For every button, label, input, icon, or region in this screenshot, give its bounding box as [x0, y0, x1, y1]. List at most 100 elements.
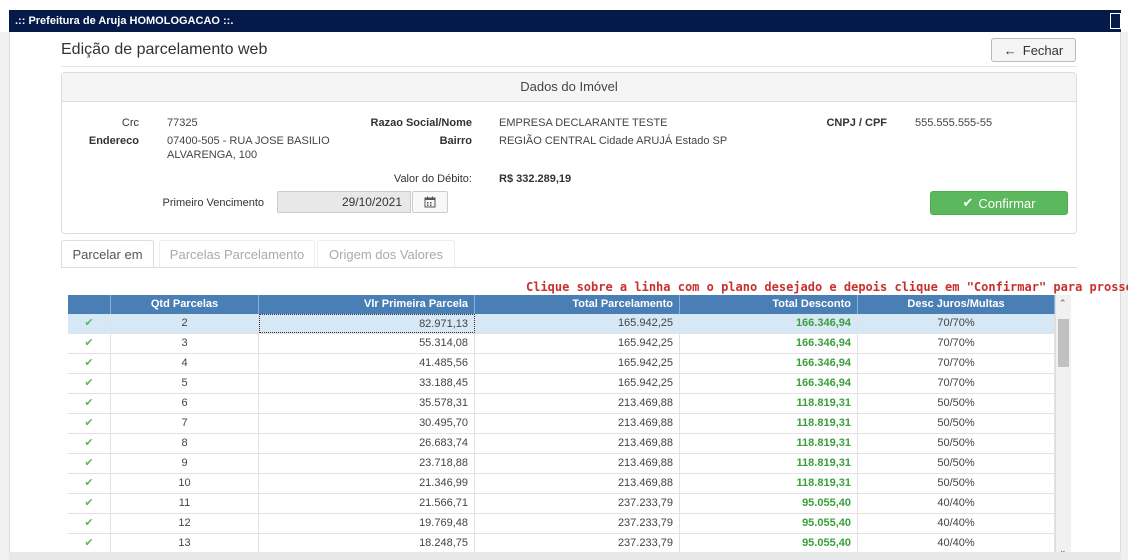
scroll-up-icon[interactable]: ⌃	[1059, 298, 1067, 309]
left-edge	[0, 32, 10, 560]
cnpj-label: CNPJ / CPF	[826, 117, 887, 129]
table-row[interactable]: ✔ 11 21.566,71 237.233,79 95.055,40 40/40%	[68, 494, 1055, 514]
endereco-label: Endereco	[88, 135, 139, 147]
col-header-total-desconto[interactable]: Total Desconto	[680, 295, 858, 314]
cnpj-value: 555.555.555-55	[915, 117, 993, 129]
cell-desc-juros: 40/40%	[858, 534, 1055, 553]
cell-qtd: 13	[111, 534, 259, 553]
cell-vlr-primeira: 21.566,71	[259, 494, 475, 513]
cell-desc-juros: 50/50%	[858, 474, 1055, 493]
table-row[interactable]: ✔ 9 23.718,88 213.469,88 118.819,31 50/50%	[68, 454, 1055, 474]
tab-parcelar-em[interactable]: Parcelar em	[61, 240, 154, 268]
cell-vlr-primeira: 30.495,70	[259, 414, 475, 433]
col-header-total-parcelamento[interactable]: Total Parcelamento	[475, 295, 680, 314]
cell-total-desconto: 166.346,94	[680, 334, 858, 353]
vencimento-label: Primeiro Vencimento	[162, 197, 265, 209]
check-icon: ✔	[68, 474, 111, 493]
cell-total-parcelamento: 165.942,25	[475, 354, 680, 373]
grid-body: ✔ 2 82.971,13 165.942,25 166.346,94 70/70% ✔ 3 5…	[68, 314, 1055, 554]
cell-total-desconto: 95.055,40	[680, 514, 858, 533]
check-icon: ✔	[68, 394, 111, 413]
vencimento-input[interactable]: 29/10/2021	[277, 191, 411, 213]
valor-value: R$ 332.289,19	[499, 173, 572, 185]
endereco-line1: 07400-505 - RUA JOSE BASILIO	[167, 135, 330, 147]
table-row[interactable]: ✔ 5 33.188,45 165.942,25 166.346,94 70/70%	[68, 374, 1055, 394]
razao-value: EMPRESA DECLARANTE TESTE	[499, 117, 668, 129]
cell-total-parcelamento: 237.233,79	[475, 494, 680, 513]
cell-desc-juros: 70/70%	[858, 354, 1055, 373]
table-row[interactable]: ✔ 2 82.971,13 165.942,25 166.346,94 70/70%	[68, 314, 1055, 334]
calendar-button[interactable]	[412, 191, 448, 213]
table-row[interactable]: ✔ 8 26.683,74 213.469,88 118.819,31 50/50%	[68, 434, 1055, 454]
cell-desc-juros: 70/70%	[858, 314, 1055, 333]
table-row[interactable]: ✔ 6 35.578,31 213.469,88 118.819,31 50/50%	[68, 394, 1055, 414]
cell-desc-juros: 50/50%	[858, 394, 1055, 413]
check-icon: ✔	[68, 414, 111, 433]
table-row[interactable]: ✔ 10 21.346,99 213.469,88 118.819,31 50/50%	[68, 474, 1055, 494]
cell-qtd: 12	[111, 514, 259, 533]
table-row[interactable]: ✔ 13 18.248,75 237.233,79 95.055,40 40/40%	[68, 534, 1055, 554]
col-header-desc-juros[interactable]: Desc Juros/Multas	[858, 295, 1055, 314]
bottom-shade	[9, 552, 1121, 560]
cell-qtd: 11	[111, 494, 259, 513]
cell-qtd: 3	[111, 334, 259, 353]
cell-total-desconto: 118.819,31	[680, 394, 858, 413]
check-icon: ✔	[68, 334, 111, 353]
instruction-text: Clique sobre a linha com o plano desejad…	[526, 280, 1128, 294]
cell-desc-juros: 50/50%	[858, 454, 1055, 473]
confirm-button[interactable]: ✔ Confirmar	[930, 191, 1068, 215]
cell-qtd: 10	[111, 474, 259, 493]
table-row[interactable]: ✔ 12 19.769,48 237.233,79 95.055,40 40/40%	[68, 514, 1055, 534]
window-titlebar: .:: Prefeitura de Aruja HOMOLOGACAO ::.	[9, 10, 1121, 32]
col-header-check	[68, 295, 111, 314]
tab-origem-valores[interactable]: Origem dos Valores	[317, 240, 455, 268]
cell-total-parcelamento: 213.469,88	[475, 394, 680, 413]
check-icon: ✔	[68, 494, 111, 513]
check-icon: ✔	[962, 195, 974, 210]
property-panel: Dados do Imóvel Crc 77325 Endereco 07400…	[61, 72, 1077, 234]
cell-total-desconto: 166.346,94	[680, 354, 858, 373]
cell-desc-juros: 50/50%	[858, 414, 1055, 433]
cell-qtd: 2	[111, 314, 259, 333]
cell-qtd: 5	[111, 374, 259, 393]
crc-value: 77325	[167, 117, 198, 129]
grid-header: Qtd Parcelas Vlr Primeira Parcela Total …	[68, 295, 1055, 314]
scrollbar-thumb[interactable]	[1058, 319, 1069, 367]
cell-qtd: 7	[111, 414, 259, 433]
cell-total-desconto: 118.819,31	[680, 434, 858, 453]
cell-total-parcelamento: 237.233,79	[475, 534, 680, 553]
table-row[interactable]: ✔ 3 55.314,08 165.942,25 166.346,94 70/70%	[68, 334, 1055, 354]
right-edge	[1120, 32, 1128, 560]
crc-label: Crc	[121, 117, 139, 129]
property-panel-heading: Dados do Imóvel	[62, 73, 1076, 102]
cell-total-parcelamento: 165.942,25	[475, 374, 680, 393]
table-row[interactable]: ✔ 7 30.495,70 213.469,88 118.819,31 50/50%	[68, 414, 1055, 434]
check-icon: ✔	[68, 434, 111, 453]
close-button[interactable]: ← Fechar	[991, 38, 1076, 62]
cell-desc-juros: 50/50%	[858, 434, 1055, 453]
tab-parcelas-parcelamento[interactable]: Parcelas Parcelamento	[159, 240, 315, 268]
cell-vlr-primeira: 26.683,74	[259, 434, 475, 453]
grid-scrollbar[interactable]: ⌃ ⌄	[1055, 295, 1071, 560]
cell-total-parcelamento: 165.942,25	[475, 314, 680, 333]
cell-total-parcelamento: 213.469,88	[475, 414, 680, 433]
col-header-vlr-primeira[interactable]: Vlr Primeira Parcela	[259, 295, 475, 314]
confirm-button-label: Confirmar	[978, 195, 1036, 211]
bairro-label: Bairro	[439, 135, 472, 147]
check-icon: ✔	[68, 534, 111, 553]
calendar-icon	[424, 196, 436, 208]
cell-qtd: 4	[111, 354, 259, 373]
cell-vlr-primeira: 18.248,75	[259, 534, 475, 553]
cell-qtd: 8	[111, 434, 259, 453]
window-title: .:: Prefeitura de Aruja HOMOLOGACAO ::.	[15, 15, 234, 27]
cell-vlr-primeira: 19.769,48	[259, 514, 475, 533]
table-row[interactable]: ✔ 4 41.485,56 165.942,25 166.346,94 70/70%	[68, 354, 1055, 374]
cell-desc-juros: 40/40%	[858, 494, 1055, 513]
col-header-qtd[interactable]: Qtd Parcelas	[111, 295, 259, 314]
window-maximize-button[interactable]	[1110, 13, 1121, 29]
cell-total-desconto: 95.055,40	[680, 534, 858, 553]
cell-vlr-primeira: 41.485,56	[259, 354, 475, 373]
bairro-value: REGIÃO CENTRAL Cidade ARUJÁ Estado SP	[499, 135, 728, 147]
check-icon: ✔	[68, 514, 111, 533]
cell-qtd: 6	[111, 394, 259, 413]
